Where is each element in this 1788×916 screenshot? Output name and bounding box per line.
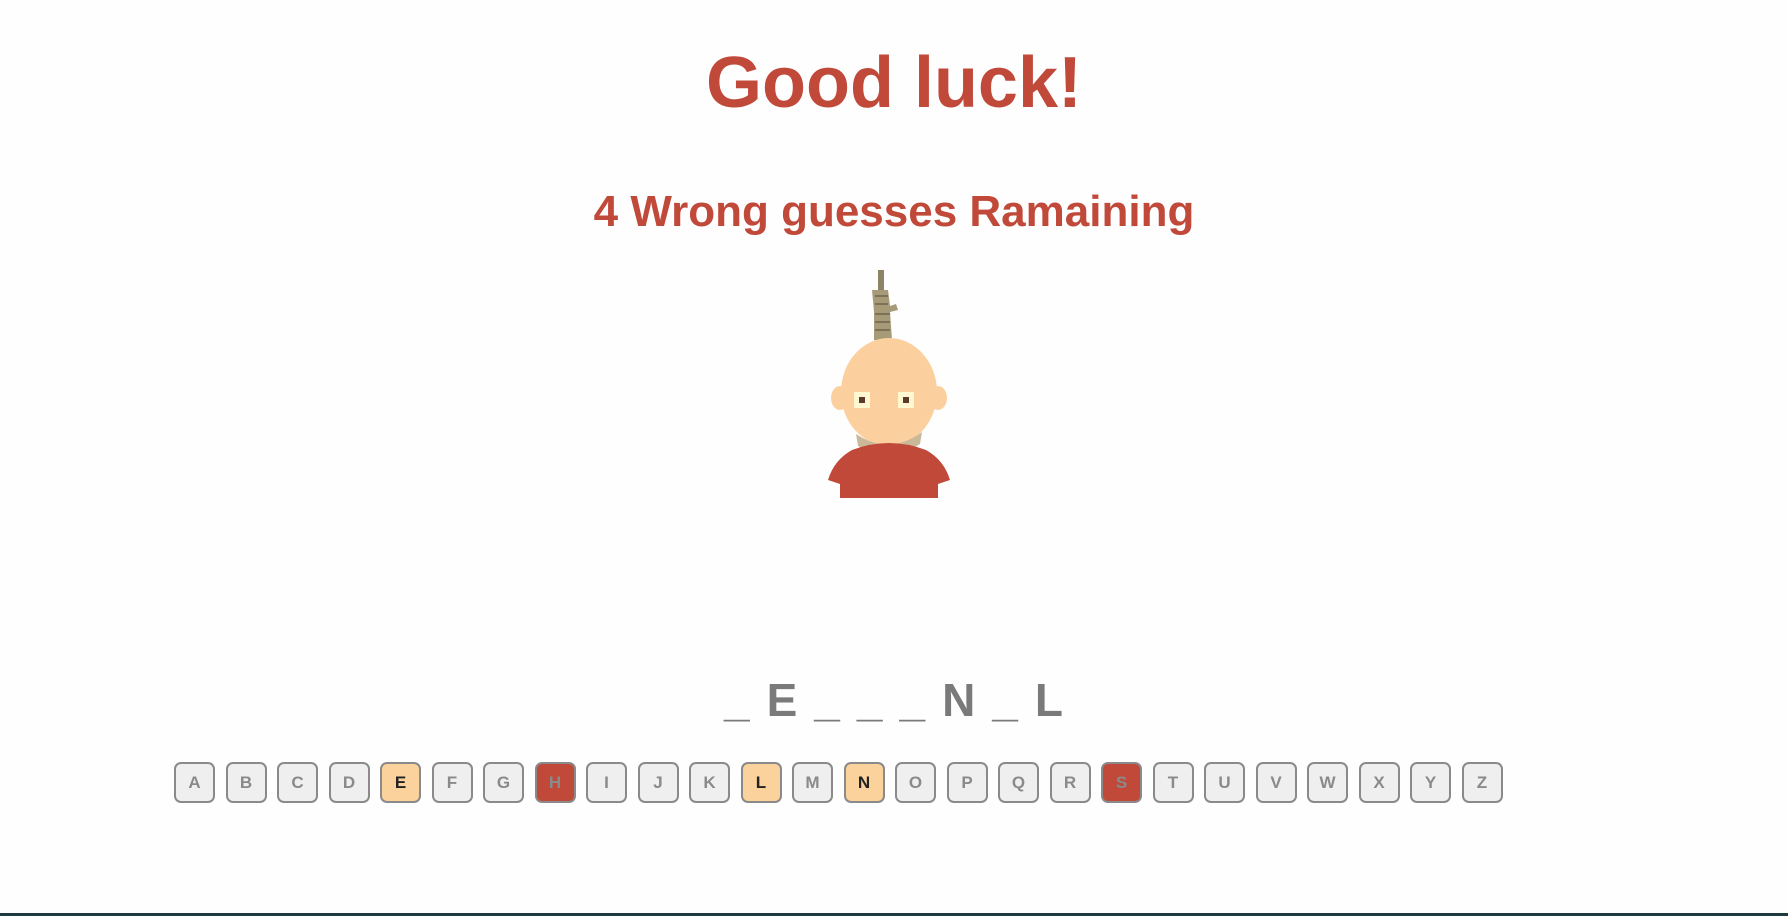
letter-key-v[interactable]: V — [1255, 762, 1297, 803]
letter-key-a[interactable]: A — [174, 762, 215, 803]
letter-key-s[interactable]: S — [1101, 762, 1142, 803]
letter-key-m[interactable]: M — [792, 762, 833, 803]
letter-keyboard: ABCDEFGHIJKLMNOPQRSTUVWXYZ — [174, 762, 1503, 803]
letter-key-z[interactable]: Z — [1461, 762, 1503, 803]
letter-key-w[interactable]: W — [1307, 762, 1348, 803]
letter-key-i[interactable]: I — [586, 762, 627, 803]
letter-key-h[interactable]: H — [534, 762, 576, 803]
letter-key-g[interactable]: G — [483, 762, 524, 803]
hangman-figure-icon — [828, 270, 950, 498]
letter-key-e[interactable]: E — [380, 762, 421, 803]
letter-key-y[interactable]: Y — [1410, 762, 1451, 803]
remaining-guesses-text: 4 Wrong guesses Ramaining — [593, 187, 1195, 236]
blank-letter-slot: _ — [814, 674, 841, 726]
letter-key-r[interactable]: R — [1049, 762, 1091, 803]
letter-key-l[interactable]: L — [740, 762, 782, 803]
letter-key-n[interactable]: N — [843, 762, 885, 803]
blank-letter-slot: _ — [856, 674, 884, 726]
hangman-page: Good luck! 4 Wrong guesses Ramaining _ E _… — [0, 0, 1788, 916]
word-display: _ E _ _ _ N _ L — [0, 674, 1788, 726]
letter-key-c[interactable]: C — [277, 762, 318, 803]
revealed-letter: L — [1034, 674, 1064, 726]
revealed-letter: E — [766, 674, 799, 726]
letter-key-t[interactable]: T — [1152, 762, 1194, 803]
shirt — [828, 443, 950, 498]
rope — [872, 270, 898, 340]
letter-key-d[interactable]: D — [328, 762, 370, 803]
blank-letter-slot: _ — [992, 674, 1019, 726]
blank-letter-slot: _ — [724, 674, 751, 726]
letter-key-x[interactable]: X — [1358, 762, 1400, 803]
letter-key-b[interactable]: B — [225, 762, 267, 803]
letter-key-u[interactable]: U — [1204, 762, 1245, 803]
letter-key-q[interactable]: Q — [998, 762, 1039, 803]
letter-key-o[interactable]: O — [895, 762, 936, 803]
blank-letter-slot: _ — [899, 674, 927, 726]
letter-key-k[interactable]: K — [689, 762, 730, 803]
page-title: Good luck! — [706, 43, 1082, 123]
letter-key-p[interactable]: P — [946, 762, 988, 803]
letter-key-f[interactable]: F — [431, 762, 473, 803]
letter-key-j[interactable]: J — [637, 762, 679, 803]
revealed-letter: N — [942, 674, 977, 726]
